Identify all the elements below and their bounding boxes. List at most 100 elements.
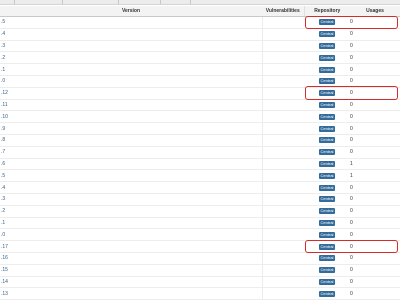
table-row[interactable]: .1 Central 0 [0, 63, 400, 76]
version-cell: .4 [0, 28, 262, 41]
table-row[interactable]: .4 Central 0 [0, 28, 400, 41]
column-header-version[interactable]: Version [0, 6, 262, 17]
vulnerabilities-cell [261, 51, 304, 65]
repository-badge[interactable]: Central [318, 255, 336, 262]
version-link[interactable]: .4 [0, 31, 5, 37]
version-link[interactable]: .5 [0, 19, 5, 25]
repository-badge[interactable]: Central [318, 219, 336, 226]
version-link[interactable]: .17 [0, 244, 8, 250]
version-cell: .13 [0, 287, 262, 300]
repository-cell: Central [304, 122, 350, 135]
table-row[interactable]: .2 Central 0 [0, 51, 400, 65]
repository-cell: Central [304, 146, 350, 159]
repository-badge[interactable]: Central [318, 113, 336, 120]
usages-cell: 1 [350, 169, 400, 183]
repository-badge[interactable]: Central [318, 66, 336, 73]
table-row[interactable]: .10 Central 0 [0, 110, 400, 124]
usages-cell: 0 [350, 51, 400, 65]
version-cell: .0 [0, 228, 262, 242]
repository-cell: Central [304, 181, 350, 194]
repository-badge[interactable]: Central [318, 125, 336, 132]
table-row[interactable]: .8 Central 0 [0, 134, 400, 147]
repository-badge[interactable]: Central [318, 184, 336, 191]
version-link[interactable]: .7 [0, 149, 5, 155]
version-link[interactable]: .1 [0, 67, 5, 73]
repository-cell: Central [304, 16, 350, 29]
table-row[interactable]: .14 Central 0 [0, 276, 400, 289]
version-link[interactable]: .8 [0, 137, 5, 143]
repository-badge[interactable]: Central [318, 196, 336, 203]
version-link[interactable]: .9 [0, 126, 5, 132]
version-cell: .11 [0, 99, 262, 112]
vulnerabilities-cell [261, 169, 304, 183]
version-link[interactable]: .1 [0, 220, 5, 226]
usages-cell: 0 [350, 228, 400, 242]
repository-badge[interactable]: Central [318, 208, 336, 215]
version-cell: .7 [0, 146, 262, 159]
repository-badge[interactable]: Central [318, 149, 336, 156]
vulnerabilities-cell [261, 181, 304, 194]
table-row[interactable]: .2 Central 0 [0, 205, 400, 218]
repository-badge[interactable]: Central [318, 267, 336, 274]
table-row[interactable]: .11 Central 0 [0, 99, 400, 112]
version-link[interactable]: .11 [0, 102, 8, 108]
version-link[interactable]: .16 [0, 255, 8, 261]
version-link[interactable]: .3 [0, 196, 5, 202]
table-row[interactable]: .5 Central 1 [0, 169, 400, 183]
repository-badge[interactable]: Central [318, 90, 336, 97]
version-link[interactable]: .2 [0, 55, 5, 61]
table-row[interactable]: .16 Central 0 [0, 252, 400, 265]
column-header-usages[interactable]: Usages [350, 6, 400, 17]
repository-cell: Central [304, 110, 350, 124]
repository-badge[interactable]: Central [318, 231, 336, 238]
table-row[interactable]: .15 Central 0 [0, 264, 400, 277]
repository-badge[interactable]: Central [318, 137, 336, 144]
repository-badge[interactable]: Central [318, 290, 336, 297]
repository-badge[interactable]: Central [318, 31, 336, 38]
table-row[interactable]: .3 Central 0 [0, 40, 400, 53]
repository-badge[interactable]: Central [318, 101, 336, 108]
column-header-repository[interactable]: Repository [303, 6, 350, 17]
repository-cell: Central [304, 134, 350, 147]
version-link[interactable]: .0 [0, 78, 5, 84]
repository-badge[interactable]: Central [318, 243, 336, 250]
column-header-vulnerabilities[interactable]: Vulnerabilities [262, 6, 304, 17]
repository-badge[interactable]: Central [318, 42, 336, 49]
version-link[interactable]: .3 [0, 43, 5, 49]
table-row[interactable]: .6 Central 1 [0, 158, 400, 171]
usages-cell: 0 [350, 40, 400, 53]
table-row[interactable]: .3 Central 0 [0, 193, 400, 206]
vulnerabilities-cell [261, 40, 304, 53]
repository-badge[interactable]: Central [318, 78, 336, 85]
repository-cell: Central [304, 217, 350, 230]
version-link[interactable]: .5 [0, 173, 5, 179]
table-row[interactable]: .0 Central 0 [0, 228, 400, 242]
table-row[interactable]: .1 Central 0 [0, 217, 400, 230]
repository-cell: Central [304, 228, 350, 242]
table-row[interactable]: .0 Central 0 [0, 75, 400, 88]
vulnerabilities-cell [261, 110, 304, 124]
table-row[interactable]: .4 Central 0 [0, 181, 400, 194]
table-row[interactable]: .9 Central 0 [0, 122, 400, 135]
version-link[interactable]: .6 [0, 161, 5, 167]
version-link[interactable]: .4 [0, 185, 5, 191]
version-link[interactable]: .10 [0, 114, 8, 120]
table-row[interactable]: .5 Central 0 [0, 16, 400, 29]
table-row[interactable]: .12 Central 0 [0, 87, 400, 100]
table-row[interactable]: .7 Central 0 [0, 146, 400, 159]
repository-cell: Central [304, 87, 350, 100]
table-row[interactable]: .17 Central 0 [0, 240, 400, 253]
repository-cell: Central [304, 75, 350, 88]
repository-cell: Central [304, 252, 350, 265]
version-link[interactable]: .15 [0, 267, 8, 273]
version-cell: .15 [0, 264, 262, 277]
repository-badge[interactable]: Central [318, 172, 336, 179]
version-link[interactable]: .2 [0, 208, 5, 214]
version-link[interactable]: .0 [0, 232, 5, 238]
repository-badge[interactable]: Central [318, 19, 336, 26]
repository-badge[interactable]: Central [318, 160, 336, 167]
repository-badge[interactable]: Central [318, 54, 336, 61]
table-row[interactable]: .13 Central 0 [0, 287, 400, 300]
version-link[interactable]: .13 [0, 291, 8, 297]
version-link[interactable]: .12 [0, 90, 8, 96]
